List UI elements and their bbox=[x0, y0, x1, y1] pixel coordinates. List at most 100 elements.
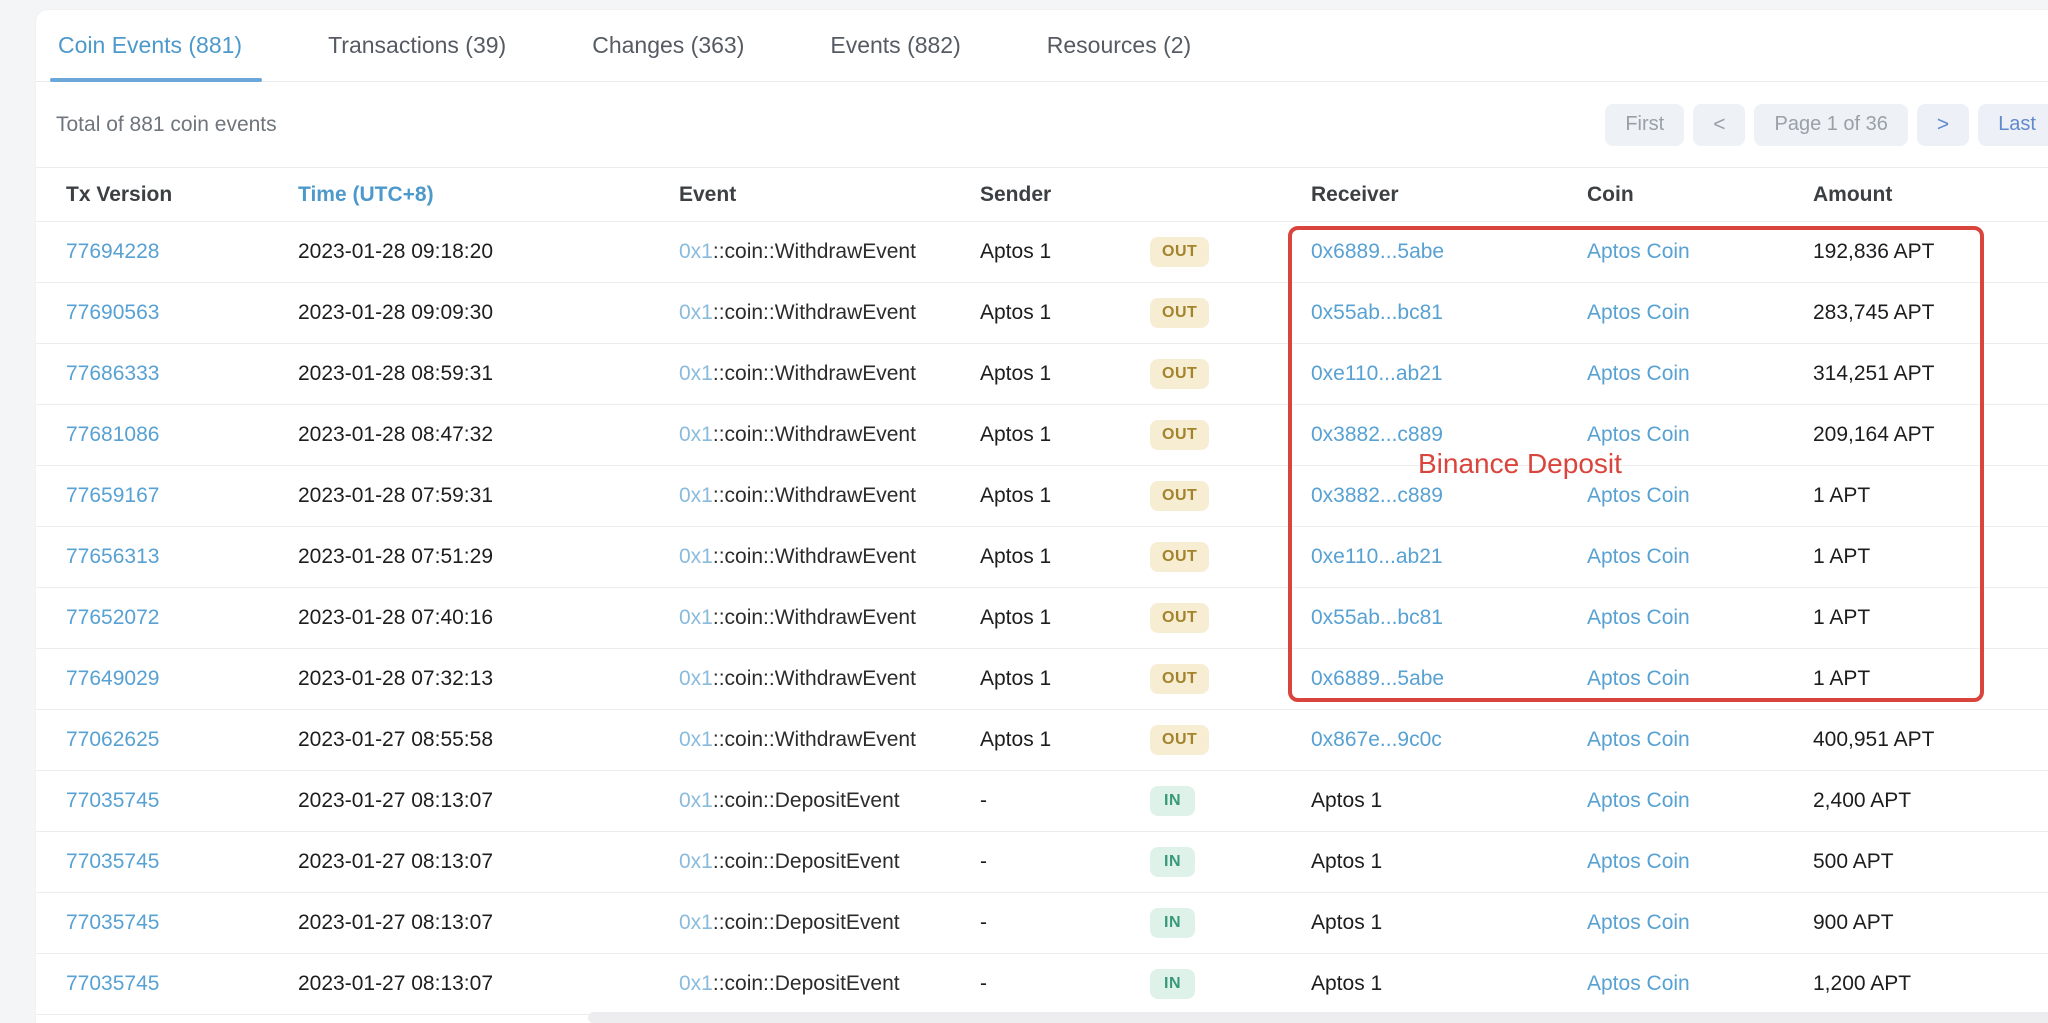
receiver-link: Aptos 1 bbox=[1311, 850, 1382, 873]
event-module-link[interactable]: 0x1 bbox=[679, 545, 713, 568]
event-name: ::coin::WithdrawEvent bbox=[713, 240, 916, 263]
receiver-link[interactable]: 0x3882...c889 bbox=[1311, 484, 1443, 507]
amount-cell: 209,164 APT bbox=[1813, 423, 2048, 447]
prev-page-button[interactable]: < bbox=[1693, 104, 1745, 146]
table-row: 77035745 2023-01-27 08:13:07 0x1::coin::… bbox=[36, 771, 2048, 832]
coin-link[interactable]: Aptos Coin bbox=[1587, 606, 1690, 629]
receiver-link[interactable]: 0x867e...9c0c bbox=[1311, 728, 1442, 751]
event-module-link[interactable]: 0x1 bbox=[679, 606, 713, 629]
header-event: Event bbox=[679, 183, 980, 207]
tab-coin-events[interactable]: Coin Events (881) bbox=[56, 10, 244, 81]
event-name: ::coin::WithdrawEvent bbox=[713, 484, 916, 507]
time-cell: 2023-01-28 07:32:13 bbox=[298, 667, 679, 691]
tab-changes[interactable]: Changes (363) bbox=[590, 10, 746, 81]
event-name: ::coin::WithdrawEvent bbox=[713, 301, 916, 324]
event-cell: 0x1::coin::WithdrawEvent bbox=[679, 240, 980, 264]
event-cell: 0x1::coin::DepositEvent bbox=[679, 911, 980, 935]
sender-cell: - bbox=[980, 911, 1150, 935]
event-module-link[interactable]: 0x1 bbox=[679, 667, 713, 690]
event-module-link[interactable]: 0x1 bbox=[679, 850, 713, 873]
coin-link[interactable]: Aptos Coin bbox=[1587, 850, 1690, 873]
direction-badge: OUT bbox=[1150, 298, 1209, 328]
table-row: 77686333 2023-01-28 08:59:31 0x1::coin::… bbox=[36, 344, 2048, 405]
first-page-button[interactable]: First bbox=[1605, 104, 1684, 146]
coin-link[interactable]: Aptos Coin bbox=[1587, 240, 1690, 263]
coin-link[interactable]: Aptos Coin bbox=[1587, 423, 1690, 446]
table-row: 77694228 2023-01-28 09:18:20 0x1::coin::… bbox=[36, 222, 2048, 283]
tx-version-link[interactable]: 77656313 bbox=[66, 545, 159, 568]
tx-version-link[interactable]: 77690563 bbox=[66, 301, 159, 324]
receiver-link[interactable]: 0x55ab...bc81 bbox=[1311, 606, 1443, 629]
amount-cell: 1 APT bbox=[1813, 667, 2048, 691]
coin-link[interactable]: Aptos Coin bbox=[1587, 972, 1690, 995]
coin-link[interactable]: Aptos Coin bbox=[1587, 362, 1690, 385]
amount-cell: 192,836 APT bbox=[1813, 240, 2048, 264]
time-cell: 2023-01-27 08:13:07 bbox=[298, 850, 679, 874]
next-page-button[interactable]: > bbox=[1917, 104, 1969, 146]
receiver-link[interactable]: 0x55ab...bc81 bbox=[1311, 301, 1443, 324]
coin-link[interactable]: Aptos Coin bbox=[1587, 667, 1690, 690]
direction-badge: OUT bbox=[1150, 420, 1209, 450]
tab-transactions[interactable]: Transactions (39) bbox=[326, 10, 508, 81]
event-module-link[interactable]: 0x1 bbox=[679, 728, 713, 751]
event-cell: 0x1::coin::WithdrawEvent bbox=[679, 545, 980, 569]
sender-cell: Aptos 1 bbox=[980, 667, 1150, 691]
coin-link[interactable]: Aptos Coin bbox=[1587, 545, 1690, 568]
tx-version-link[interactable]: 77035745 bbox=[66, 911, 159, 934]
event-cell: 0x1::coin::DepositEvent bbox=[679, 972, 980, 996]
tx-version-link[interactable]: 77035745 bbox=[66, 850, 159, 873]
tx-version-link[interactable]: 77062625 bbox=[66, 728, 159, 751]
sender-cell: Aptos 1 bbox=[980, 545, 1150, 569]
horizontal-scrollbar[interactable] bbox=[588, 1012, 2048, 1023]
header-time-sort[interactable]: Time (UTC+8) bbox=[298, 183, 679, 207]
receiver-link: Aptos 1 bbox=[1311, 972, 1382, 995]
event-module-link[interactable]: 0x1 bbox=[679, 484, 713, 507]
event-module-link[interactable]: 0x1 bbox=[679, 789, 713, 812]
event-module-link[interactable]: 0x1 bbox=[679, 972, 713, 995]
event-module-link[interactable]: 0x1 bbox=[679, 240, 713, 263]
tx-version-link[interactable]: 77694228 bbox=[66, 240, 159, 263]
coin-link[interactable]: Aptos Coin bbox=[1587, 728, 1690, 751]
direction-badge: IN bbox=[1150, 847, 1195, 877]
event-module-link[interactable]: 0x1 bbox=[679, 362, 713, 385]
header-sender: Sender bbox=[980, 183, 1150, 207]
coin-link[interactable]: Aptos Coin bbox=[1587, 301, 1690, 324]
tx-version-link[interactable]: 77659167 bbox=[66, 484, 159, 507]
tab-resources[interactable]: Resources (2) bbox=[1045, 10, 1193, 81]
receiver-link[interactable]: 0x3882...c889 bbox=[1311, 423, 1443, 446]
event-name: ::coin::DepositEvent bbox=[713, 850, 900, 873]
table-row: 77062625 2023-01-27 08:55:58 0x1::coin::… bbox=[36, 710, 2048, 771]
tx-version-link[interactable]: 77035745 bbox=[66, 972, 159, 995]
tx-version-link[interactable]: 77681086 bbox=[66, 423, 159, 446]
tx-version-link[interactable]: 77652072 bbox=[66, 606, 159, 629]
receiver-link[interactable]: 0xe110...ab21 bbox=[1311, 545, 1443, 568]
total-count-text: Total of 881 coin events bbox=[56, 113, 277, 137]
tx-version-link[interactable]: 77686333 bbox=[66, 362, 159, 385]
amount-cell: 283,745 APT bbox=[1813, 301, 2048, 325]
tx-version-link[interactable]: 77649029 bbox=[66, 667, 159, 690]
coin-link[interactable]: Aptos Coin bbox=[1587, 484, 1690, 507]
header-tx-version: Tx Version bbox=[66, 183, 298, 207]
time-cell: 2023-01-28 07:40:16 bbox=[298, 606, 679, 630]
tab-events[interactable]: Events (882) bbox=[828, 10, 962, 81]
receiver-link[interactable]: 0x6889...5abe bbox=[1311, 240, 1444, 263]
last-page-button[interactable]: Last bbox=[1978, 104, 2048, 146]
tx-version-link[interactable]: 77035745 bbox=[66, 789, 159, 812]
event-cell: 0x1::coin::WithdrawEvent bbox=[679, 728, 980, 752]
coin-link[interactable]: Aptos Coin bbox=[1587, 911, 1690, 934]
event-module-link[interactable]: 0x1 bbox=[679, 301, 713, 324]
amount-cell: 2,400 APT bbox=[1813, 789, 2048, 813]
receiver-link[interactable]: 0x6889...5abe bbox=[1311, 667, 1444, 690]
direction-cell: OUT bbox=[1150, 420, 1311, 450]
header-receiver: Receiver bbox=[1311, 183, 1587, 207]
time-cell: 2023-01-28 07:59:31 bbox=[298, 484, 679, 508]
header-coin: Coin bbox=[1587, 183, 1813, 207]
direction-badge: OUT bbox=[1150, 542, 1209, 572]
event-name: ::coin::WithdrawEvent bbox=[713, 667, 916, 690]
direction-badge: OUT bbox=[1150, 603, 1209, 633]
event-module-link[interactable]: 0x1 bbox=[679, 911, 713, 934]
receiver-link[interactable]: 0xe110...ab21 bbox=[1311, 362, 1443, 385]
sender-cell: Aptos 1 bbox=[980, 484, 1150, 508]
coin-link[interactable]: Aptos Coin bbox=[1587, 789, 1690, 812]
event-module-link[interactable]: 0x1 bbox=[679, 423, 713, 446]
